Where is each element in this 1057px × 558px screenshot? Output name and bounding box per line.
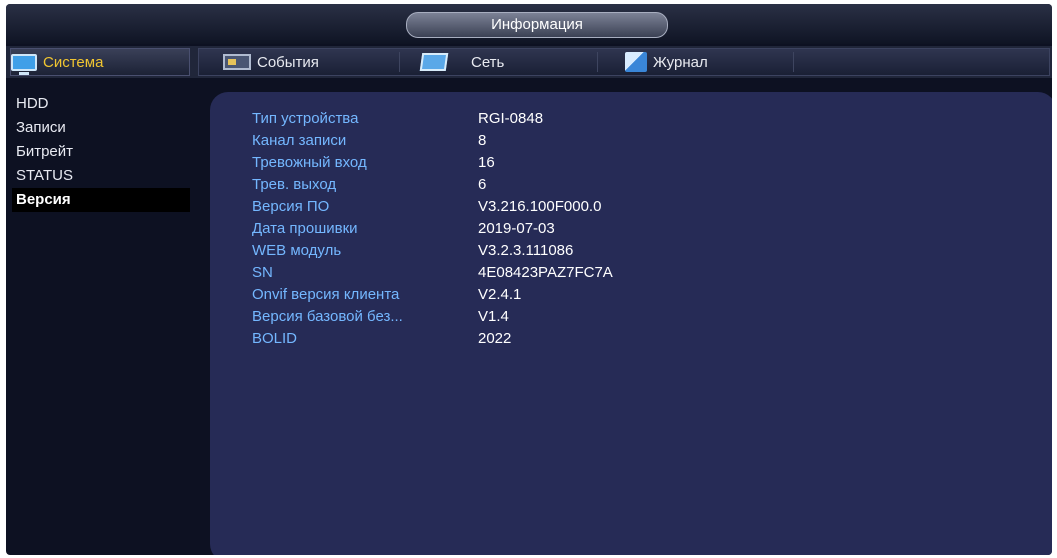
info-value: 2022 [478, 330, 512, 347]
info-key: Версия ПО [252, 198, 330, 215]
info-row: SN 4E08423PAZ7FC7A [210, 262, 1052, 284]
sidebar-item-version[interactable]: Версия [12, 188, 190, 212]
info-row: Версия базовой без... V1.4 [210, 306, 1052, 328]
info-value: V1.4 [478, 308, 509, 325]
info-row: Дата прошивки 2019-07-03 [210, 218, 1052, 240]
tab-divider [793, 52, 794, 72]
info-row: Onvif версия клиента V2.4.1 [210, 284, 1052, 306]
tab-network-label: Сеть [471, 53, 505, 71]
info-key: BOLID [252, 330, 298, 347]
tab-divider [597, 52, 598, 72]
info-key: Дата прошивки [252, 220, 358, 237]
info-key: Onvif версия клиента [252, 286, 400, 303]
monitor-icon [11, 53, 37, 75]
info-row: Версия ПО V3.216.100F000.0 [210, 196, 1052, 218]
sidebar-item-bitrate[interactable]: Битрейт [12, 140, 190, 164]
info-value: V2.4.1 [478, 286, 522, 303]
tab-system-label: Система [43, 53, 104, 71]
log-icon [625, 52, 647, 72]
network-icon [419, 53, 449, 71]
title-bar: Информация [6, 4, 1052, 44]
info-key: Тип устройства [252, 110, 359, 127]
sidebar-item-hdd[interactable]: HDD [12, 92, 190, 116]
tab-events-label: События [257, 53, 319, 71]
info-value: 4E08423PAZ7FC7A [478, 264, 613, 281]
sidebar: HDD Записи Битрейт STATUS Версия [6, 84, 196, 555]
info-key: SN [252, 264, 273, 281]
info-key: WEB модуль [252, 242, 342, 259]
info-row: BOLID 2022 [210, 328, 1052, 350]
tab-log[interactable]: Журнал [625, 49, 708, 75]
sidebar-item-status[interactable]: STATUS [12, 164, 190, 188]
tab-divider [399, 52, 400, 72]
info-row: Тревожный вход 16 [210, 152, 1052, 174]
tab-strip: События Сеть Журнал [198, 48, 1050, 76]
tab-network[interactable]: Сеть [419, 49, 505, 75]
tab-system[interactable]: Система [10, 48, 190, 76]
events-icon [223, 54, 251, 70]
version-info-panel: Тип устройства RGI-0848 Канал записи 8 Т… [210, 92, 1052, 555]
info-value: 6 [478, 176, 487, 193]
info-value: V3.216.100F000.0 [478, 198, 602, 215]
info-key: Тревожный вход [252, 154, 367, 171]
tab-bar: Система События Сеть Журнал [6, 46, 1052, 78]
info-value: RGI-0848 [478, 110, 544, 127]
info-row: Трев. выход 6 [210, 174, 1052, 196]
info-value: 8 [478, 132, 487, 149]
info-row: Канал записи 8 [210, 130, 1052, 152]
tab-log-label: Журнал [653, 53, 708, 71]
info-window: Информация Система События Сеть Журнал H… [6, 4, 1052, 555]
info-key: Канал записи [252, 132, 347, 149]
info-value: V3.2.3.111086 [478, 242, 574, 259]
window-title: Информация [406, 12, 668, 38]
sidebar-item-records[interactable]: Записи [12, 116, 190, 140]
info-row: Тип устройства RGI-0848 [210, 108, 1052, 130]
info-key: Версия базовой без... [252, 308, 403, 325]
info-value: 16 [478, 154, 495, 171]
info-value: 2019-07-03 [478, 220, 555, 237]
info-row: WEB модуль V3.2.3.111086 [210, 240, 1052, 262]
tab-events[interactable]: События [223, 49, 319, 75]
info-key: Трев. выход [252, 176, 337, 193]
